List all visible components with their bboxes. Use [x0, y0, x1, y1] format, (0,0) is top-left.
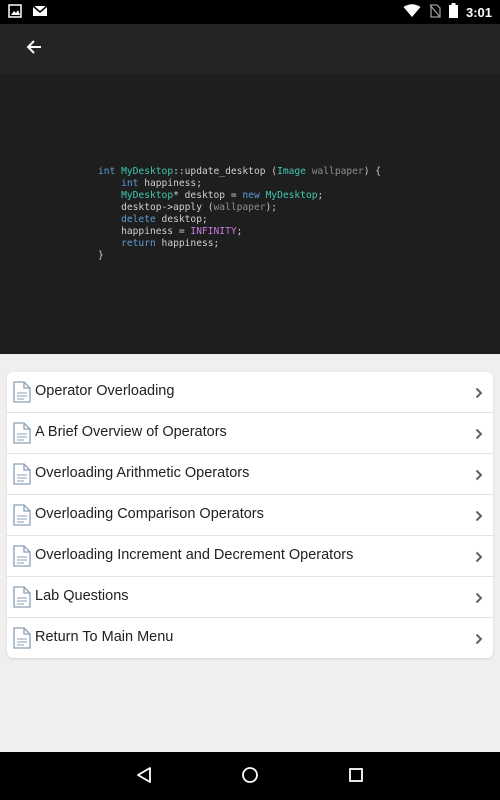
- code-line: happiness = INFINITY;: [98, 226, 381, 238]
- menu-item-label: Operator Overloading: [35, 383, 175, 399]
- code-token: );: [265, 202, 278, 213]
- code-token: happiness;: [155, 238, 220, 249]
- back-triangle-icon: [136, 766, 152, 789]
- menu-item-label: Overloading Arithmetic Operators: [35, 465, 250, 481]
- code-line: MyDesktop* desktop = new MyDesktop;: [98, 190, 381, 202]
- menu-item-increment-decrement[interactable]: Overloading Increment and Decrement Oper…: [7, 536, 493, 577]
- code-token: MyDesktop: [121, 166, 174, 177]
- code-snippet: int MyDesktop::update_desktop (Image wal…: [98, 166, 381, 262]
- document-icon: [13, 463, 31, 490]
- code-token: wallpaper: [305, 166, 364, 177]
- chevron-right-icon: [475, 509, 483, 527]
- menu-item-lab-questions[interactable]: Lab Questions: [7, 577, 493, 618]
- code-token: MyDesktop: [265, 190, 318, 201]
- menu-item-brief-overview[interactable]: A Brief Overview of Operators: [7, 413, 493, 454]
- code-token: wallpaper: [213, 202, 266, 213]
- code-token: }: [98, 250, 104, 261]
- menu-item-operator-overloading[interactable]: Operator Overloading: [7, 372, 493, 413]
- document-icon: [13, 381, 31, 408]
- code-token: ;: [236, 226, 243, 237]
- battery-icon: [448, 3, 458, 23]
- code-token: desktop;: [155, 214, 208, 225]
- code-token: return: [121, 238, 156, 249]
- code-line: delete desktop;: [98, 214, 381, 226]
- chevron-right-icon: [475, 550, 483, 568]
- code-line: int MyDesktop::update_desktop (Image wal…: [98, 166, 381, 178]
- document-icon: [13, 545, 31, 572]
- home-circle-icon: [241, 766, 259, 789]
- code-token: int: [98, 166, 122, 177]
- menu-item-arithmetic-operators[interactable]: Overloading Arithmetic Operators: [7, 454, 493, 495]
- chevron-right-icon: [475, 468, 483, 486]
- code-token: happiness;: [138, 178, 202, 189]
- menu-item-label: A Brief Overview of Operators: [35, 424, 227, 440]
- chevron-right-icon: [475, 591, 483, 609]
- nav-home-button[interactable]: [238, 765, 262, 789]
- image-icon: [8, 4, 22, 23]
- wifi-icon: [403, 3, 421, 23]
- code-token: new: [242, 190, 260, 201]
- code-token: int: [121, 178, 139, 189]
- back-button[interactable]: [20, 36, 48, 62]
- app-bar: [0, 24, 500, 74]
- document-icon: [13, 422, 31, 449]
- no-sim-icon: [429, 3, 441, 23]
- status-bar: 3:01: [0, 0, 500, 24]
- menu-item-label: Lab Questions: [35, 588, 129, 604]
- code-line: int happiness;: [98, 178, 381, 190]
- document-icon: [13, 586, 31, 613]
- menu-item-label: Return To Main Menu: [35, 629, 174, 645]
- chapter-menu: Operator Overloading A Brief Overview of…: [7, 372, 493, 658]
- code-line: }: [98, 250, 381, 262]
- code-line: desktop->apply (wallpaper);: [98, 202, 381, 214]
- code-token: INFINITY: [190, 226, 237, 237]
- code-token: ) {: [363, 166, 382, 177]
- nav-back-button[interactable]: [132, 765, 156, 789]
- code-token: happiness =: [98, 226, 191, 237]
- nav-recents-button[interactable]: [344, 765, 368, 789]
- code-token: desktop->apply (: [98, 202, 214, 213]
- code-token: MyDesktop: [121, 190, 174, 201]
- document-icon: [13, 504, 31, 531]
- status-time: 3:01: [465, 5, 492, 20]
- chevron-right-icon: [475, 632, 483, 650]
- menu-item-label: Overloading Comparison Operators: [35, 506, 264, 522]
- menu-item-comparison-operators[interactable]: Overloading Comparison Operators: [7, 495, 493, 536]
- code-token: * desktop =: [173, 190, 243, 201]
- code-token: ;: [317, 190, 324, 201]
- code-line: return happiness;: [98, 238, 381, 250]
- menu-item-label: Overloading Increment and Decrement Oper…: [35, 547, 354, 563]
- code-token: Image: [277, 166, 306, 177]
- gmail-icon: [32, 4, 48, 23]
- header-code-image: int MyDesktop::update_desktop (Image wal…: [0, 74, 500, 354]
- chevron-right-icon: [475, 386, 483, 404]
- document-icon: [13, 627, 31, 654]
- chevron-right-icon: [475, 427, 483, 445]
- code-token: ::update_desktop (: [173, 166, 278, 177]
- system-nav-bar: [0, 752, 500, 800]
- menu-item-return-main-menu[interactable]: Return To Main Menu: [7, 618, 493, 658]
- arrow-back-icon: [26, 39, 42, 60]
- code-token: delete: [121, 214, 156, 225]
- recents-square-icon: [348, 767, 364, 788]
